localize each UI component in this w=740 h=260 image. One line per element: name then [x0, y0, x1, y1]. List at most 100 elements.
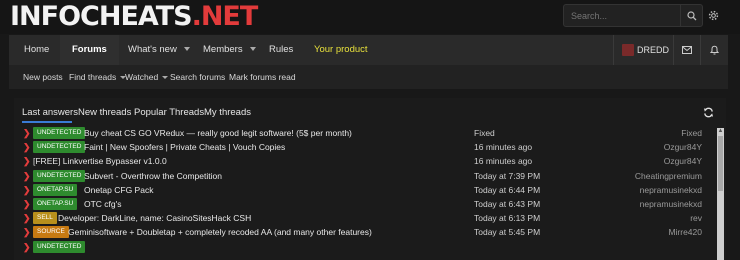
- chevron-right-icon: ❯: [23, 156, 31, 167]
- search-input[interactable]: [564, 10, 676, 21]
- subnav-watched-label: Watched: [125, 72, 159, 82]
- logo-text-main: INFOCHEATS: [10, 1, 193, 32]
- thread-prefix-badge[interactable]: ONETAP.SU: [33, 183, 78, 196]
- thread-last-poster[interactable]: Cheatingpremium: [635, 169, 702, 183]
- thread-last-poster[interactable]: rev: [690, 211, 702, 225]
- thread-row[interactable]: ❯ ONETAP.SU OTC cfg's Today at 6:43 PM nepra…: [22, 197, 712, 211]
- user-menu[interactable]: DREDD: [613, 35, 673, 65]
- subnav-mark-read[interactable]: Mark forums read: [229, 65, 296, 89]
- subnav-find-threads[interactable]: Find threads: [69, 65, 127, 89]
- scrollbar-thumb[interactable]: [718, 136, 723, 191]
- subnav-find-threads-label: Find threads: [69, 72, 117, 82]
- search-icon: [686, 10, 696, 20]
- thread-row[interactable]: ❯ UNDETECTED Faint | New Spoofers | Privat…: [22, 140, 712, 154]
- site-header: INFOCHEATS.NET: [0, 0, 740, 34]
- subnav-search-forums[interactable]: Search forums: [170, 65, 225, 89]
- thread-prefix-badge[interactable]: UNDETECTED: [33, 169, 86, 182]
- thread-row[interactable]: ❯ SELL Developer: DarkLine, name: CasinoSi…: [22, 211, 712, 225]
- thread-row[interactable]: ❯ SOURCE Geminisoftware + Doubletap + comp…: [22, 225, 712, 239]
- avatar: [622, 44, 634, 56]
- thread-date: Today at 6:13 PM: [474, 213, 541, 224]
- thread-prefix-badge[interactable]: UNDETECTED: [33, 127, 86, 139]
- thread-row[interactable]: ❯ ONETAP.SU Onetap CFG Pack Today at 6:44 P…: [22, 183, 712, 197]
- chevron-right-icon: ❯: [23, 128, 31, 138]
- thread-row[interactable]: ❯ UNDETECTED: [22, 240, 712, 254]
- thread-date: 16 minutes ago: [474, 156, 533, 167]
- thread-prefix-badge[interactable]: SOURCE: [33, 226, 69, 239]
- thread-prefix-badge[interactable]: UNDETECTED: [33, 141, 86, 154]
- bell-icon: [709, 45, 719, 55]
- chevron-right-icon: ❯: [23, 170, 31, 181]
- tab-new-threads[interactable]: New threads: [78, 106, 131, 120]
- scrollbar[interactable]: ▲: [717, 128, 724, 260]
- sub-nav: New posts Find threads Watched Search fo…: [9, 65, 728, 89]
- thread-date: Today at 7:39 PM: [474, 170, 541, 181]
- thread-last-poster[interactable]: Fixed: [681, 126, 702, 140]
- thread-prefix-badge[interactable]: UNDETECTED: [33, 240, 86, 253]
- subnav-new-posts[interactable]: New posts: [23, 65, 63, 89]
- thread-row[interactable]: ❯ UNDETECTED Buy cheat CS GO VRedux — real…: [22, 126, 712, 140]
- username: DREDD: [637, 45, 670, 55]
- chevron-right-icon: ❯: [23, 213, 31, 224]
- alerts-button[interactable]: [700, 35, 727, 65]
- thread-prefix-badge[interactable]: ONETAP.SU: [33, 198, 78, 210]
- search-button[interactable]: [680, 5, 702, 26]
- refresh-icon: [703, 107, 713, 117]
- chevron-right-icon: ❯: [23, 184, 31, 195]
- thread-title[interactable]: OTC cfg's: [84, 197, 122, 211]
- search-box: [563, 4, 703, 27]
- scroll-up-arrow[interactable]: ▲: [717, 128, 724, 135]
- inbox-button[interactable]: [673, 35, 700, 65]
- thread-last-poster[interactable]: nepramusinekxd: [640, 183, 702, 197]
- thread-last-poster[interactable]: nepramusinekxd: [640, 197, 702, 211]
- thread-date: 16 minutes ago: [474, 142, 533, 153]
- nav-home[interactable]: Home: [15, 35, 58, 65]
- tab-last-answers[interactable]: Last answers: [22, 106, 78, 120]
- chevron-down-icon[interactable]: [249, 47, 256, 52]
- chevron-down-icon[interactable]: [183, 47, 190, 52]
- nav-whats-new-label: What's new: [128, 44, 177, 55]
- thread-title[interactable]: Buy cheat CS GO VRedux — really good leg…: [84, 126, 352, 140]
- nav-members-label: Members: [203, 44, 243, 55]
- nav-whats-new[interactable]: What's new: [128, 35, 190, 65]
- thread-title[interactable]: Developer: DarkLine, name: CasinoSitesHa…: [58, 211, 251, 225]
- chevron-down-icon: [162, 76, 169, 80]
- thread-date: Fixed: [474, 128, 495, 138]
- nav-your-product[interactable]: Your product: [314, 35, 368, 65]
- thread-title[interactable]: Faint | New Spoofers | Private Cheats | …: [84, 140, 285, 154]
- main-nav: Home Forums What's new Members Rules You…: [9, 35, 728, 65]
- refresh-button[interactable]: [701, 105, 715, 119]
- chevron-right-icon: ❯: [23, 227, 31, 238]
- thread-date: Today at 6:44 PM: [474, 184, 541, 195]
- thread-title[interactable]: [FREE] Linkvertise Bypasser v1.0.0: [33, 154, 167, 168]
- envelope-icon: [682, 46, 692, 54]
- thread-date: Today at 6:43 PM: [474, 199, 541, 209]
- threads-widget: Last answers New threads Popular Threads…: [14, 98, 726, 260]
- chevron-right-icon: ❯: [23, 142, 31, 153]
- thread-last-poster[interactable]: Ozgur84Y: [664, 154, 702, 168]
- chevron-right-icon: ❯: [23, 241, 31, 252]
- tab-popular-threads[interactable]: Popular Threads: [134, 106, 204, 120]
- tab-my-threads[interactable]: My threads: [204, 106, 251, 120]
- thread-title[interactable]: Geminisoftware + Doubletap + completely …: [68, 225, 372, 239]
- subnav-watched[interactable]: Watched: [125, 65, 169, 89]
- site-logo[interactable]: INFOCHEATS.NET: [10, 0, 259, 34]
- thread-title[interactable]: Subvert - Overthrow the Competition: [84, 169, 222, 183]
- gear-icon: [708, 10, 718, 21]
- logo-text-tld: .NET: [191, 1, 259, 32]
- active-tab-indicator: [22, 121, 72, 123]
- thread-date: Today at 5:45 PM: [474, 227, 541, 238]
- thread-list: ❯ UNDETECTED Buy cheat CS GO VRedux — real…: [22, 126, 712, 260]
- nav-forums[interactable]: Forums: [60, 35, 119, 65]
- chevron-right-icon: ❯: [23, 199, 31, 209]
- settings-button[interactable]: [703, 4, 723, 27]
- thread-row[interactable]: ❯ [FREE] Linkvertise Bypasser v1.0.0 16 mi…: [22, 154, 712, 168]
- nav-rules[interactable]: Rules: [269, 35, 293, 65]
- nav-forums-label: Forums: [72, 44, 107, 55]
- thread-last-poster[interactable]: Ozgur84Y: [664, 140, 702, 154]
- nav-members[interactable]: Members: [203, 35, 256, 65]
- thread-prefix-badge[interactable]: SELL: [33, 212, 57, 225]
- thread-last-poster[interactable]: Mirre420: [668, 225, 702, 239]
- thread-title[interactable]: Onetap CFG Pack: [84, 183, 153, 197]
- thread-row[interactable]: ❯ UNDETECTED Subvert - Overthrow the Compe…: [22, 169, 712, 183]
